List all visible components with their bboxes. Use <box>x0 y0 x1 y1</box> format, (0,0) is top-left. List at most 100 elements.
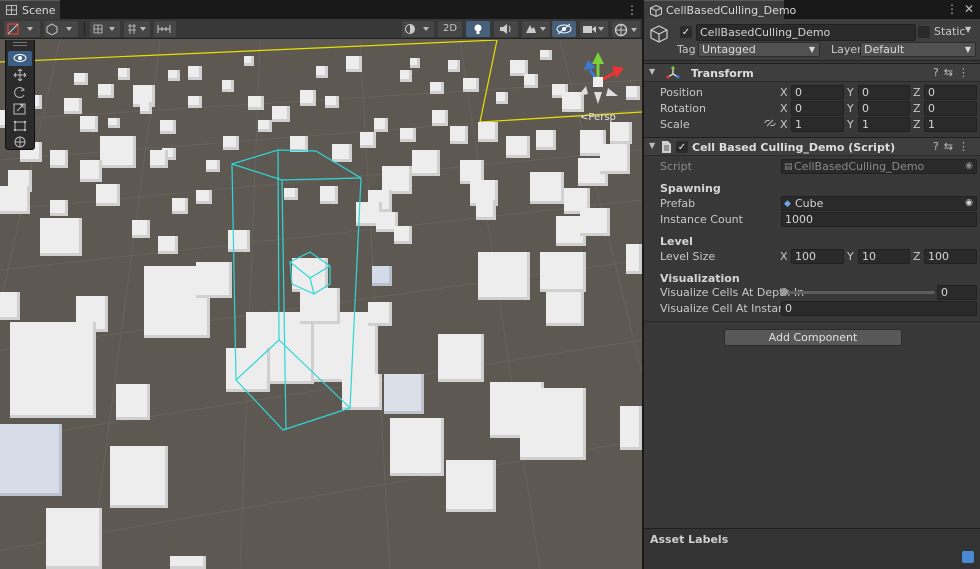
scale-x-axis-label: X <box>780 118 788 131</box>
tag-dropdown[interactable]: Untagged ▼ <box>698 42 820 57</box>
object-name-field[interactable]: CellBasedCulling_Demo <box>696 24 916 41</box>
chevron-down-icon: ▼ <box>964 45 971 54</box>
tab-inspector[interactable]: CellBasedCulling_Demo <box>644 0 796 20</box>
inspector-tabbar: CellBasedCulling_Demo ⋮ ✕ <box>644 0 980 19</box>
instance-value-field[interactable]: 0 <box>781 301 977 316</box>
tab-inspector-label: CellBasedCulling_Demo <box>666 4 797 17</box>
close-icon[interactable]: ✕ <box>964 2 974 16</box>
static-label: Static <box>934 25 966 38</box>
effects-dropdown[interactable] <box>402 21 434 37</box>
scale-z-field[interactable]: 1 <box>924 117 977 132</box>
transform-header[interactable]: ▼ Transform ?⇆⋮ <box>644 63 980 82</box>
rotate-tool-button[interactable] <box>8 85 32 100</box>
static-checkbox[interactable] <box>918 26 930 38</box>
rotation-x-axis-label: X <box>780 102 788 115</box>
tab-scene-label: Scene <box>22 4 56 17</box>
scale-label: Scale <box>660 118 690 131</box>
active-toggle-checkbox[interactable]: ✓ <box>680 26 692 38</box>
increment-snap-button[interactable] <box>154 21 176 37</box>
script-file-icon: ▤ <box>784 162 793 172</box>
scale-z-axis-label: Z <box>913 118 921 131</box>
depth-slider-handle[interactable] <box>780 288 788 296</box>
level-header: Level <box>660 235 693 248</box>
gizmos-dropdown[interactable] <box>612 21 640 37</box>
depth-slider-track[interactable] <box>783 291 935 294</box>
instance-label: Visualize Cell At Instance <box>660 302 798 315</box>
scale-y-field[interactable]: 1 <box>858 117 910 132</box>
grid-snap-dropdown[interactable] <box>90 21 120 37</box>
script-component-title: Cell Based Culling_Demo (Script) <box>692 141 896 154</box>
script-component-header[interactable]: ▼ ✓ Cell Based Culling_Demo (Script) ?⇆⋮ <box>644 137 980 156</box>
projection-label[interactable]: <Persp <box>580 112 616 123</box>
level-size-z-axis-label: Z <box>913 250 921 263</box>
foldout-arrow-icon[interactable]: ▼ <box>649 67 655 76</box>
rotation-y-axis-label: Y <box>847 102 854 115</box>
script-enabled-checkbox[interactable]: ✓ <box>676 141 688 153</box>
tag-label: Tag <box>677 43 696 56</box>
rotation-z-axis-label: Z <box>913 102 921 115</box>
visualization-header: Visualization <box>660 272 740 285</box>
instance-count-field[interactable]: 1000 <box>781 212 977 227</box>
layer-dropdown[interactable]: Default ▼ <box>860 42 976 57</box>
toggle-2d-label: 2D <box>442 23 458 34</box>
audio-toggle-button[interactable] <box>494 21 518 37</box>
script-file-icon <box>661 140 672 157</box>
constrain-proportions-link-icon[interactable] <box>764 118 776 131</box>
scene-viewport[interactable]: <Persp <box>0 40 642 569</box>
inspector-tab-menu-icon[interactable]: ⋮ <box>946 2 958 16</box>
cell-bounds-overlay <box>231 149 362 431</box>
grid-visibility-dropdown[interactable] <box>124 21 150 37</box>
object-picker-icon[interactable]: ◉ <box>965 197 973 210</box>
layer-value: Default <box>864 43 905 56</box>
rotation-x-field[interactable]: 0 <box>791 101 844 116</box>
scale-y-axis-label: Y <box>847 118 854 131</box>
rotation-y-field[interactable]: 0 <box>858 101 910 116</box>
toolbar-separator <box>84 22 85 36</box>
draw-mode-dropdown[interactable] <box>4 21 40 37</box>
position-x-field[interactable]: 0 <box>791 85 844 100</box>
position-z-field[interactable]: 0 <box>924 85 977 100</box>
scene-window: Scene ⋮ 2D <Persp <box>0 0 642 569</box>
position-y-field[interactable]: 0 <box>858 85 910 100</box>
instance-count-label: Instance Count <box>660 213 743 226</box>
tab-scene[interactable]: Scene <box>0 0 60 19</box>
object-picker-icon: ◉ <box>965 161 973 171</box>
scene-visibility-toggle[interactable] <box>552 21 576 37</box>
fx-visibility-dropdown[interactable] <box>522 21 550 37</box>
rotation-z-field[interactable]: 0 <box>924 101 977 116</box>
level-size-y-field[interactable]: 10 <box>858 249 910 264</box>
rotation-label: Rotation <box>660 102 707 115</box>
component-header-icons[interactable]: ?⇆⋮ <box>933 66 974 79</box>
position-y-axis-label: Y <box>847 86 854 99</box>
shading-mode-dropdown[interactable] <box>44 21 78 37</box>
camera-settings-dropdown[interactable] <box>580 21 608 37</box>
move-tool-button[interactable] <box>8 68 32 83</box>
add-component-button[interactable]: Add Component <box>724 329 902 346</box>
gameobject-cube-icon <box>650 4 662 20</box>
layer-label: Layer <box>831 43 862 56</box>
rect-tool-button[interactable] <box>8 119 32 134</box>
label-tag-icon[interactable] <box>962 551 974 563</box>
orientation-gizmo[interactable] <box>568 52 628 120</box>
level-size-z-field[interactable]: 100 <box>924 249 977 264</box>
foldout-arrow-icon[interactable]: ▼ <box>649 141 655 150</box>
static-dropdown-caret-icon[interactable]: ▼ <box>965 25 971 34</box>
transform-icon <box>666 66 680 83</box>
depth-value-field[interactable]: 0 <box>937 285 977 300</box>
scale-x-field[interactable]: 1 <box>791 117 844 132</box>
view-tool-button[interactable] <box>8 51 32 66</box>
scale-tool-button[interactable] <box>8 102 32 117</box>
prefab-value: Cube <box>795 197 824 210</box>
scene-grid-icon <box>6 5 17 15</box>
transform-tool-button[interactable] <box>8 135 32 150</box>
palette-drag-handle[interactable] <box>13 42 27 43</box>
component-header-icons[interactable]: ?⇆⋮ <box>933 140 974 153</box>
lighting-toggle-button[interactable] <box>466 21 490 37</box>
transform-title: Transform <box>691 67 754 80</box>
level-size-y-axis-label: Y <box>847 250 854 263</box>
level-size-x-field[interactable]: 100 <box>791 249 844 264</box>
scene-tab-menu-icon[interactable]: ⋮ <box>626 3 638 17</box>
prefab-field[interactable]: ◆ Cube ◉ <box>781 196 977 211</box>
asset-labels-header: Asset Labels <box>650 533 729 546</box>
toggle-2d-button[interactable]: 2D <box>438 21 462 37</box>
